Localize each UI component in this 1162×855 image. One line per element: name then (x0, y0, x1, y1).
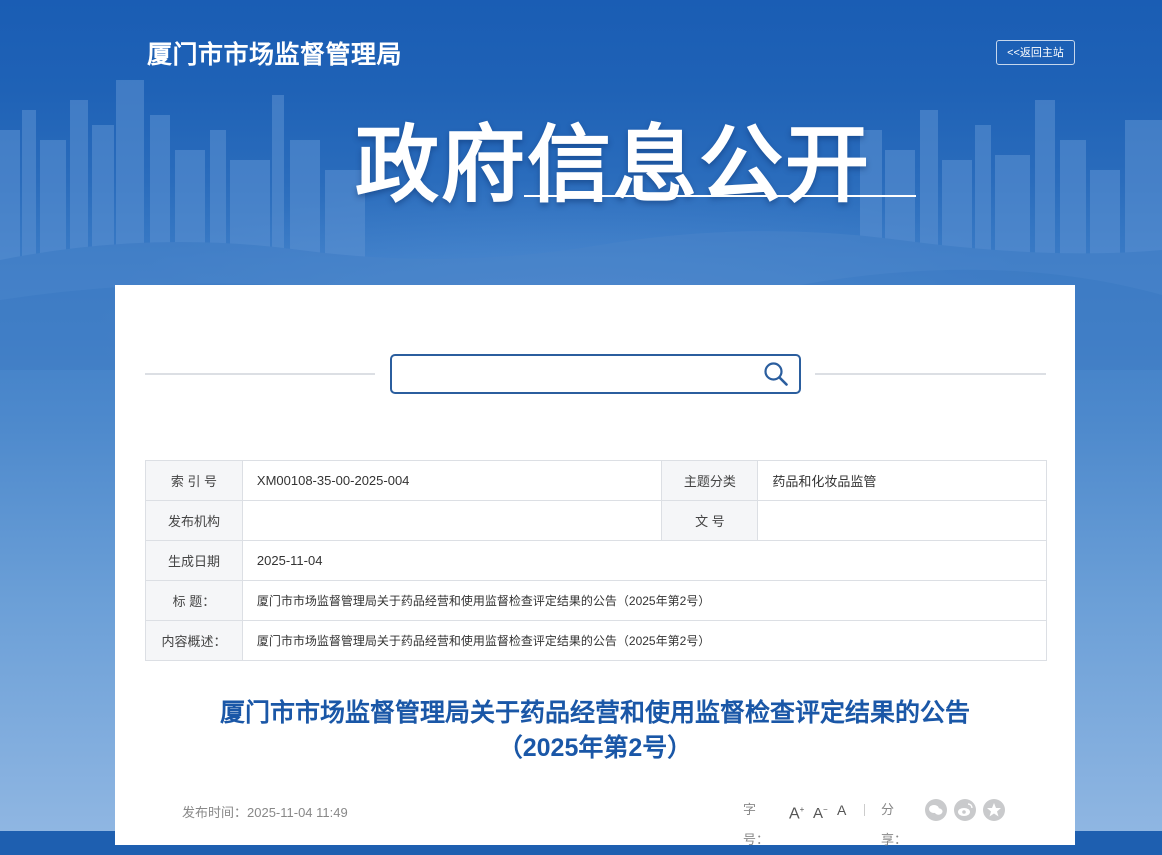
font-size-small-button[interactable]: A (837, 795, 846, 825)
generated-date-value: 2025-11-04 (241, 540, 1048, 581)
wechat-icon[interactable] (925, 799, 947, 821)
document-title-line2: （2025年第2号） (497, 734, 693, 762)
table-row: 标 题： 厦门市市场监督管理局关于药品经营和使用监督检查评定结果的公告（2025… (145, 580, 1048, 621)
search-input[interactable] (400, 360, 754, 390)
font-size-medium-glyph: A (813, 805, 824, 822)
search-box (390, 354, 801, 394)
publish-time: 发布时间：2025-11-04 11:49 (182, 805, 348, 820)
title-value: 厦门市市场监督管理局关于药品经营和使用监督检查评定结果的公告（2025年第2号） (241, 580, 1048, 621)
tools-divider (864, 804, 865, 816)
font-size-small-glyph: A (837, 802, 847, 818)
share-label: 分享： (881, 802, 908, 847)
generated-date-label: 生成日期 (145, 540, 243, 581)
table-row: 生成日期 2025-11-04 (145, 540, 1048, 581)
content-panel: 索 引 号 XM00108-35-00-2025-004 主题分类 药品和化妆品… (115, 285, 1075, 847)
document-number-label: 文 号 (661, 500, 759, 541)
issuer-value (241, 500, 663, 541)
index-number-value: XM00108-35-00-2025-004 (241, 460, 663, 501)
search-divider-left (145, 373, 375, 375)
search-icon[interactable] (763, 361, 789, 387)
index-number-label: 索 引 号 (145, 460, 243, 501)
hero-underline (524, 195, 916, 197)
issuer-label: 发布机构 (145, 500, 243, 541)
hero-title: 政府信息公开 (355, 116, 872, 214)
document-number-value (757, 500, 1047, 541)
summary-label: 内容概述： (145, 620, 243, 661)
search-divider-right (815, 373, 1046, 375)
font-size-medium-button[interactable]: A− (813, 795, 828, 829)
document-title: 厦门市市场监督管理局关于药品经营和使用监督检查评定结果的公告 （2025年第2号… (115, 696, 1075, 766)
font-size-large-button[interactable]: A+ (789, 795, 804, 829)
topic-category-value: 药品和化妆品监管 (757, 460, 1047, 501)
site-title: 厦门市市场监督管理局 (147, 41, 403, 69)
font-size-label: 字号： (743, 802, 770, 847)
topic-category-label: 主题分类 (661, 460, 759, 501)
document-title-line1: 厦门市市场监督管理局关于药品经营和使用监督检查评定结果的公告 (219, 699, 970, 727)
summary-value: 厦门市市场监督管理局关于药品经营和使用监督检查评定结果的公告（2025年第2号） (241, 620, 1048, 661)
weibo-icon[interactable] (954, 799, 976, 821)
table-row: 发布机构 文 号 (145, 500, 1047, 541)
back-to-main-site-link[interactable]: <<返回主站 (996, 40, 1075, 65)
document-meta-table: 索 引 号 XM00108-35-00-2025-004 主题分类 药品和化妆品… (145, 460, 1048, 661)
favorite-icon[interactable] (983, 799, 1005, 821)
table-row: 索 引 号 XM00108-35-00-2025-004 主题分类 药品和化妆品… (145, 460, 1047, 501)
table-row: 内容概述： 厦门市市场监督管理局关于药品经营和使用监督检查评定结果的公告（202… (145, 620, 1048, 661)
font-size-large-glyph: A (789, 805, 800, 823)
title-label: 标 题： (145, 580, 243, 621)
